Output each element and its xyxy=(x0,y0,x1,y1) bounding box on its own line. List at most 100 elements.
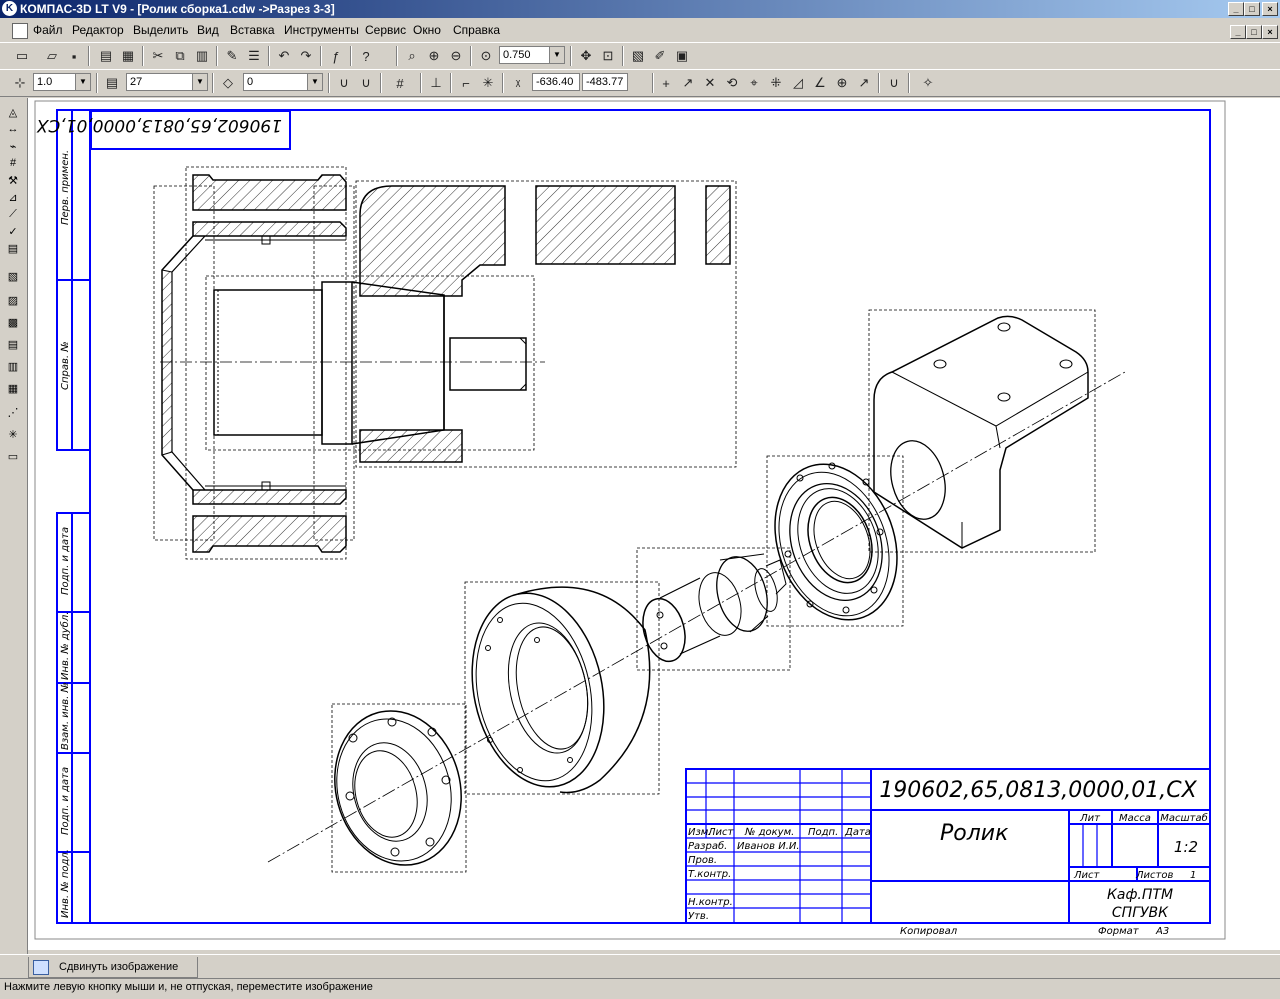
tb-format-label: Формат xyxy=(1098,926,1140,937)
doc-minimize-button[interactable]: _ xyxy=(1230,25,1246,39)
tool-f-icon[interactable]: ▦ xyxy=(4,380,22,396)
parametrization-icon[interactable]: ⚒ xyxy=(4,172,22,188)
tb-org-line1: Каф.ПТМ xyxy=(1107,887,1173,903)
print-icon[interactable]: ▤ xyxy=(96,46,116,66)
tool-e-icon[interactable]: ▥ xyxy=(4,358,22,374)
local-cs-icon[interactable]: ⊥ xyxy=(426,73,446,93)
drawing-canvas[interactable]: Перв. примен. Справ. № Подп. и дата Инв.… xyxy=(28,98,1280,950)
tool-a-icon[interactable]: ▧ xyxy=(4,268,22,284)
tb-mass-header: Масса xyxy=(1119,813,1151,824)
open-file-icon[interactable]: ▱ xyxy=(42,46,62,66)
menu-insert[interactable]: Вставка xyxy=(230,23,275,37)
style-combo[interactable]: 0 ▼ xyxy=(243,73,323,91)
zoom-window-icon[interactable]: ⌕ xyxy=(402,46,422,66)
coord-x-field[interactable]: -636.40 xyxy=(532,73,580,91)
snap-tangent-icon[interactable]: ⟲ xyxy=(722,73,742,93)
minimize-button[interactable]: _ xyxy=(1228,2,1244,16)
menu-service[interactable]: Сервис xyxy=(365,23,406,37)
ortho-icon[interactable]: ⌐ xyxy=(456,73,476,93)
print-preview-icon[interactable]: ▦ xyxy=(118,46,138,66)
display-options-icon[interactable]: ▣ xyxy=(672,46,692,66)
rotated-designation: 190602,65,0813,0000,01,CX xyxy=(36,115,282,135)
snap-local-icon[interactable]: ∪ xyxy=(356,73,376,93)
select-icon[interactable]: ⟋ xyxy=(4,206,22,222)
grid-icon[interactable]: # xyxy=(390,73,410,93)
reports-icon[interactable]: ▤ xyxy=(4,240,22,256)
tool-i-icon[interactable]: ▭ xyxy=(4,448,22,464)
chevron-down-icon[interactable]: ▼ xyxy=(75,74,90,90)
doc-restore-button[interactable]: □ xyxy=(1246,25,1262,39)
chevron-down-icon[interactable]: ▼ xyxy=(307,74,322,90)
menu-help[interactable]: Справка xyxy=(453,23,500,37)
zoom-value: 0.750 xyxy=(503,49,531,61)
menu-window[interactable]: Окно xyxy=(413,23,441,37)
snap-xy-icon[interactable]: ⁜ xyxy=(766,73,786,93)
document-icon[interactable] xyxy=(12,23,28,39)
menu-file[interactable]: Файл xyxy=(33,23,63,37)
style-icon[interactable]: ◇ xyxy=(218,73,238,93)
chevron-down-icon[interactable]: ▼ xyxy=(549,47,564,63)
drawing-svg: Перв. примен. Справ. № Подп. и дата Инв.… xyxy=(34,100,1226,940)
tool-h-icon[interactable]: ✳ xyxy=(4,426,22,442)
chevron-down-icon[interactable]: ▼ xyxy=(192,74,207,90)
pan-icon[interactable]: ✥ xyxy=(576,46,596,66)
zoom-combo[interactable]: 0.750 ▼ xyxy=(499,46,565,64)
snap-endpoint-icon[interactable]: ↗ xyxy=(678,73,698,93)
zoom-in-icon[interactable]: ⊕ xyxy=(424,46,444,66)
maximize-button[interactable]: □ xyxy=(1244,2,1260,16)
tool-b-icon[interactable]: ▨ xyxy=(4,292,22,308)
edit-icon[interactable]: # xyxy=(4,155,22,171)
menu-bar: Файл Редактор Выделить Вид Вставка Инстр… xyxy=(0,19,1280,41)
menu-tools[interactable]: Инструменты xyxy=(284,23,359,37)
save-icon[interactable]: ▪ xyxy=(64,46,84,66)
snap-toggle-icon[interactable]: ∪ xyxy=(884,73,904,93)
redo-icon[interactable]: ↷ xyxy=(296,46,316,66)
cursor-step-icon[interactable]: ⊹ xyxy=(10,73,30,93)
section-view xyxy=(153,166,737,560)
snap-intersection-icon[interactable]: ✕ xyxy=(700,73,720,93)
snap-center-icon[interactable]: ⊕ xyxy=(832,73,852,93)
zoom-scale-icon[interactable]: ⊙ xyxy=(476,46,496,66)
copy-icon[interactable]: ⧉ xyxy=(170,46,190,66)
dimensions-icon[interactable]: ↔ xyxy=(4,121,22,137)
tool-d-icon[interactable]: ▤ xyxy=(4,336,22,352)
function-icon[interactable]: ƒ xyxy=(326,46,346,66)
step-combo[interactable]: 1.0 ▼ xyxy=(33,73,91,91)
tb-designation: 190602,65,0813,0000,01,CX xyxy=(879,778,1197,803)
snap-settings-icon[interactable]: ✧ xyxy=(918,73,938,93)
cut-icon[interactable]: ✂ xyxy=(148,46,168,66)
layer-combo[interactable]: 27 ▼ xyxy=(126,73,208,91)
snap-nearest-icon[interactable]: + xyxy=(656,73,676,93)
doc-close-button[interactable]: × xyxy=(1262,25,1278,39)
round-icon[interactable]: ✳ xyxy=(478,73,498,93)
refresh-icon[interactable]: ▧ xyxy=(628,46,648,66)
snap-angle-icon[interactable]: ∠ xyxy=(810,73,830,93)
coord-y-field[interactable]: -483.77 xyxy=(582,73,628,91)
spec-icon[interactable]: ✓ xyxy=(4,223,22,239)
snap-on-curve-icon[interactable]: ↗ xyxy=(854,73,874,93)
layer-icon[interactable]: ▤ xyxy=(102,73,122,93)
menu-view[interactable]: Вид xyxy=(197,23,219,37)
zoom-out-icon[interactable]: ⊖ xyxy=(446,46,466,66)
undo-icon[interactable]: ↶ xyxy=(274,46,294,66)
paste-icon[interactable]: ▥ xyxy=(192,46,212,66)
show-all-icon[interactable]: ⊡ xyxy=(598,46,618,66)
new-file-icon[interactable]: ▭ xyxy=(12,46,32,66)
edit-tool-icon[interactable]: ✐ xyxy=(650,46,670,66)
snap-normal-icon[interactable]: ⌖ xyxy=(744,73,764,93)
properties-icon[interactable]: ☰ xyxy=(244,46,264,66)
pan-tool-tab[interactable]: Сдвинуть изображение xyxy=(28,957,198,978)
menu-editor[interactable]: Редактор xyxy=(72,23,124,37)
geometry-icon[interactable]: ◬ xyxy=(4,104,22,120)
snap-middle-icon[interactable]: ◿ xyxy=(788,73,808,93)
menu-select[interactable]: Выделить xyxy=(133,23,188,37)
measure-icon[interactable]: ⊿ xyxy=(4,189,22,205)
format-painter-icon[interactable]: ✎ xyxy=(222,46,242,66)
snap-magnet-icon[interactable]: ∪ xyxy=(334,73,354,93)
designations-icon[interactable]: ⌁ xyxy=(4,138,22,154)
close-button[interactable]: × xyxy=(1262,2,1278,16)
layer-value: 27 xyxy=(130,76,143,88)
tool-g-icon[interactable]: ⋰ xyxy=(4,404,22,420)
help-cursor-icon[interactable]: ? xyxy=(356,46,376,66)
tool-c-icon[interactable]: ▩ xyxy=(4,314,22,330)
